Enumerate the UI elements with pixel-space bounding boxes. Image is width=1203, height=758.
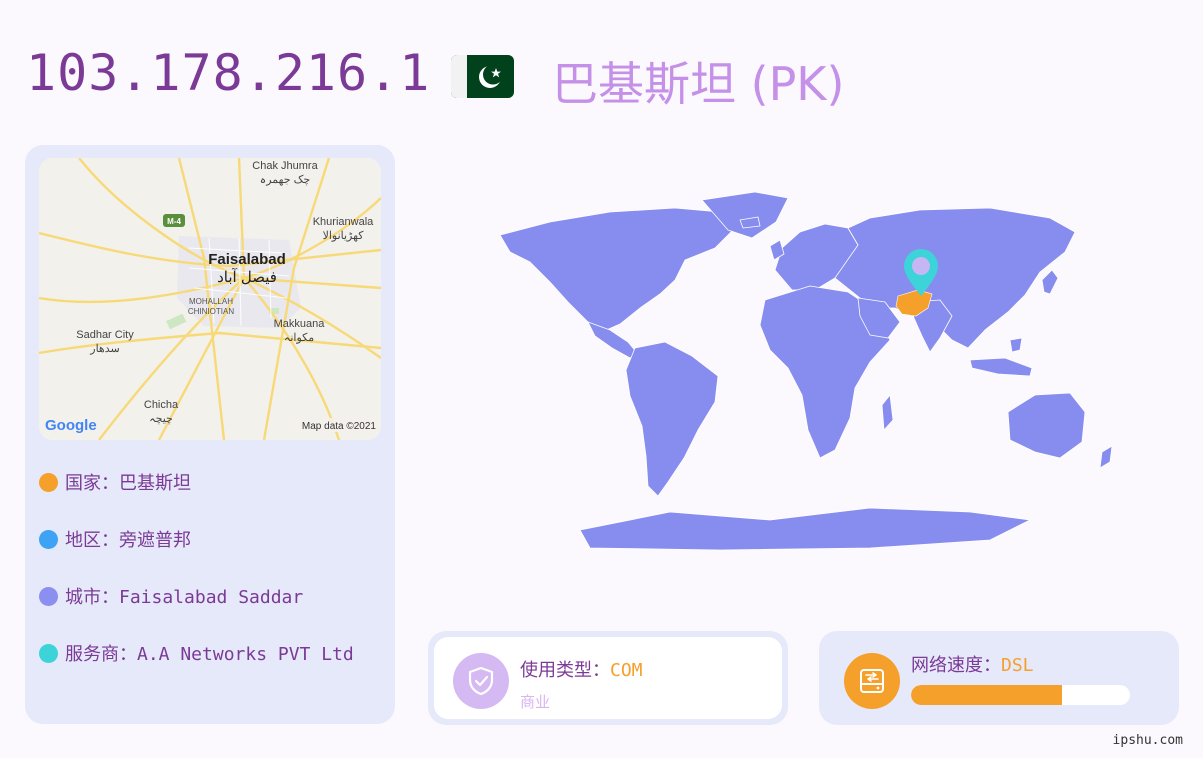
blue-dot-icon bbox=[39, 529, 58, 549]
network-speed-value: DSL bbox=[1001, 655, 1034, 676]
city-map[interactable]: M-4 Chak Jhumra چک جھمرہ Khurianwala کھڑ… bbox=[39, 158, 381, 440]
info-isp-text: 服务商：A.A Networks PVT Ltd bbox=[65, 644, 354, 665]
info-region-text: 地区：旁遮普邦 bbox=[65, 530, 191, 551]
network-speed-card: 网络速度：DSL bbox=[819, 631, 1179, 725]
world-map bbox=[470, 190, 1150, 555]
network-speed-label: 网络速度： bbox=[911, 655, 1001, 676]
map-label-chicha: Chicha bbox=[144, 399, 179, 411]
network-speed-title: 网络速度：DSL bbox=[911, 651, 1034, 677]
country-title: 巴基斯坦 (PK) bbox=[552, 57, 845, 111]
google-logo: Google bbox=[45, 417, 97, 434]
location-card: M-4 Chak Jhumra چک جھمرہ Khurianwala کھڑ… bbox=[25, 145, 395, 724]
usage-type-label: 使用类型： bbox=[520, 660, 610, 681]
info-city-text: 城市：Faisalabad Saddar bbox=[65, 587, 304, 608]
map-label-chiniotian: CHINIOTIAN bbox=[188, 307, 234, 316]
orange-dot-icon bbox=[39, 472, 58, 492]
usage-type-value: COM bbox=[610, 660, 643, 681]
info-region: 地区：旁遮普邦 bbox=[39, 526, 191, 552]
map-label-chicha-ur: چیچہ bbox=[149, 413, 173, 425]
pakistan-flag-icon bbox=[451, 55, 514, 98]
info-city: 城市：Faisalabad Saddar bbox=[39, 583, 303, 609]
footer-site: ipshu.com bbox=[1112, 733, 1183, 748]
shield-check-icon bbox=[453, 653, 509, 709]
map-label-faisalabad-ur: فیصل آباد bbox=[217, 268, 277, 286]
usage-type-subtitle: 商业 bbox=[520, 693, 551, 711]
map-label-makkuana: Makkuana bbox=[274, 318, 326, 330]
purple-dot-icon bbox=[39, 586, 58, 606]
map-label-mohallah: MOHALLAH bbox=[189, 297, 233, 306]
map-label-faisalabad: Faisalabad bbox=[208, 251, 286, 268]
network-speed-bar bbox=[911, 685, 1130, 705]
map-label-m4: M-4 bbox=[167, 217, 181, 226]
map-label-khurianwala-ur: کھڑیانوالا bbox=[323, 230, 365, 242]
map-label-chak-jhumra: Chak Jhumra bbox=[252, 160, 318, 172]
info-country-text: 国家：巴基斯坦 bbox=[65, 473, 191, 494]
map-label-chak-jhumra-ur: چک جھمرہ bbox=[260, 174, 310, 186]
network-speed-bar-fill bbox=[911, 685, 1063, 705]
usage-type-card: 使用类型：COM 商业 bbox=[428, 631, 788, 725]
network-drive-icon bbox=[844, 653, 900, 709]
map-label-makkuana-ur: مکوانہ bbox=[284, 332, 314, 344]
info-isp: 服务商：A.A Networks PVT Ltd bbox=[39, 640, 354, 666]
usage-type-title: 使用类型：COM bbox=[520, 656, 643, 682]
map-label-sadhar-ur: سدھار bbox=[89, 343, 119, 355]
map-label-khurianwala: Khurianwala bbox=[313, 216, 374, 228]
teal-dot-icon bbox=[39, 643, 58, 663]
info-country: 国家：巴基斯坦 bbox=[39, 469, 191, 495]
ip-address: 103.178.216.1 bbox=[26, 44, 431, 102]
map-label-sadhar: Sadhar City bbox=[76, 329, 134, 341]
map-data-credit: Map data ©2021 bbox=[302, 421, 377, 432]
